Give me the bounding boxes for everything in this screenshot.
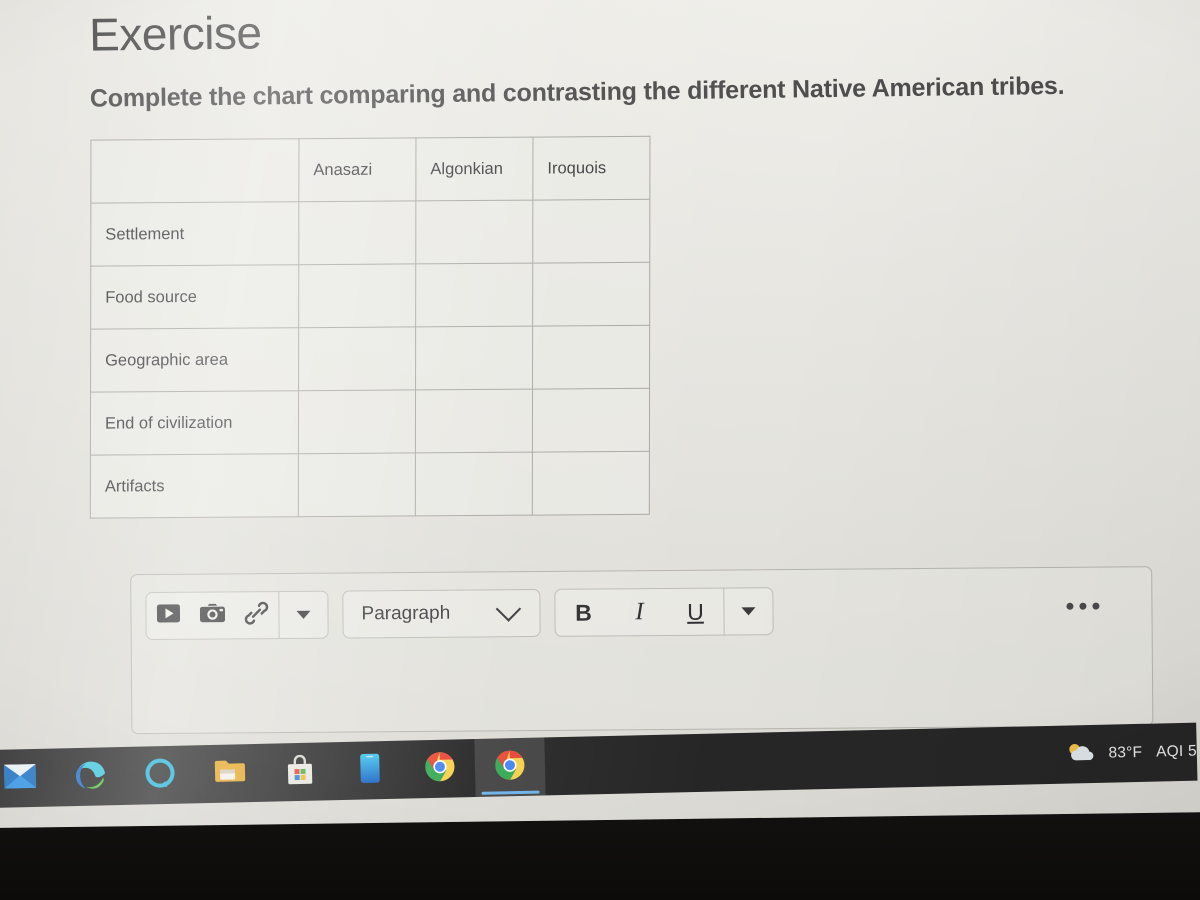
phone-icon bbox=[360, 753, 381, 788]
exercise-instruction: Complete the chart comparing and contras… bbox=[89, 72, 1065, 113]
temperature-text: 83°F bbox=[1108, 743, 1143, 762]
page-title: Exercise bbox=[88, 6, 262, 61]
cell-geographic-area-algonkian[interactable] bbox=[415, 326, 533, 391]
row-label-food-source: Food source bbox=[90, 265, 299, 330]
table-row: Food source bbox=[90, 262, 650, 330]
cell-artifacts-iroquois[interactable] bbox=[532, 451, 650, 516]
taskbar-pinned-apps bbox=[0, 737, 546, 808]
link-icon bbox=[244, 601, 269, 630]
text-format-overflow-button[interactable] bbox=[724, 588, 772, 634]
ellipsis-icon bbox=[1066, 602, 1074, 610]
table-corner-cell bbox=[90, 139, 299, 204]
taskbar-item-edge[interactable] bbox=[54, 747, 125, 807]
taskbar-item-chrome[interactable] bbox=[404, 739, 475, 799]
cell-geographic-area-iroquois[interactable] bbox=[532, 325, 650, 390]
media-button-group bbox=[145, 590, 329, 641]
taskbar-item-microsoft-store[interactable] bbox=[264, 742, 335, 802]
partly-cloudy-icon bbox=[1064, 740, 1099, 768]
cell-food-source-algonkian[interactable] bbox=[415, 263, 533, 328]
photo-of-screen: Exercise Complete the chart comparing an… bbox=[0, 0, 1200, 900]
caret-down-icon bbox=[296, 610, 311, 619]
folder-icon bbox=[214, 758, 247, 790]
taskbar-item-mail[interactable] bbox=[0, 749, 56, 809]
editor-toolbar: Paragraph B I U bbox=[131, 567, 1152, 645]
media-overflow-button[interactable] bbox=[279, 592, 327, 638]
screen-surface: Exercise Complete the chart comparing an… bbox=[0, 0, 1200, 829]
windows-taskbar: 83°F AQI 5 bbox=[0, 722, 1200, 809]
cell-end-of-civilization-iroquois[interactable] bbox=[532, 388, 650, 453]
insert-image-button[interactable] bbox=[190, 592, 234, 638]
cell-settlement-anasazi[interactable] bbox=[298, 201, 416, 266]
table-header-row: Anasazi Algonkian Iroquois bbox=[90, 136, 650, 204]
taskbar-item-alexa[interactable] bbox=[124, 745, 195, 805]
lms-exercise-page: Exercise Complete the chart comparing an… bbox=[89, 0, 1200, 519]
store-icon bbox=[286, 754, 315, 790]
cell-geographic-area-anasazi[interactable] bbox=[298, 327, 416, 392]
table-row: End of civilization bbox=[90, 388, 650, 456]
cell-end-of-civilization-anasazi[interactable] bbox=[298, 390, 416, 455]
italic-button[interactable]: I bbox=[611, 589, 667, 635]
comparison-table-wrapper: Anasazi Algonkian Iroquois Settlement Fo… bbox=[89, 136, 651, 519]
caret-down-icon bbox=[741, 607, 756, 616]
ellipsis-icon bbox=[1092, 602, 1100, 610]
air-quality-text: AQI 5 bbox=[1155, 742, 1197, 761]
chevron-down-icon bbox=[495, 596, 522, 622]
column-header-anasazi: Anasazi bbox=[298, 138, 416, 203]
cell-settlement-algonkian[interactable] bbox=[415, 200, 533, 265]
row-label-end-of-civilization: End of civilization bbox=[90, 391, 299, 456]
chrome-icon bbox=[425, 751, 456, 787]
bold-button[interactable]: B bbox=[555, 589, 611, 635]
taskbar-item-your-phone[interactable] bbox=[334, 741, 405, 801]
cell-artifacts-anasazi[interactable] bbox=[298, 453, 416, 518]
mail-icon bbox=[3, 763, 37, 793]
video-icon bbox=[156, 604, 181, 628]
insert-video-button[interactable] bbox=[146, 593, 190, 639]
chrome-icon bbox=[495, 749, 526, 785]
column-header-iroquois: Iroquois bbox=[532, 136, 650, 201]
taskbar-item-file-explorer[interactable] bbox=[194, 744, 265, 804]
row-label-artifacts: Artifacts bbox=[90, 454, 299, 519]
block-format-dropdown[interactable]: Paragraph bbox=[342, 588, 541, 639]
text-format-group: B I U bbox=[554, 587, 774, 637]
cell-food-source-iroquois[interactable] bbox=[532, 262, 650, 327]
more-options-button[interactable] bbox=[1066, 594, 1100, 618]
insert-link-button[interactable] bbox=[234, 592, 278, 638]
taskbar-weather-widget[interactable]: 83°F AQI 5 bbox=[1064, 723, 1200, 784]
ellipsis-icon bbox=[1079, 602, 1087, 610]
editor-content-area[interactable] bbox=[132, 679, 1152, 733]
table-row: Geographic area bbox=[90, 325, 650, 393]
camera-icon bbox=[199, 603, 226, 628]
cell-artifacts-algonkian[interactable] bbox=[415, 452, 533, 517]
weather-readout: 83°F AQI 5 bbox=[1108, 743, 1197, 763]
rich-text-editor[interactable]: Paragraph B I U bbox=[130, 566, 1154, 735]
cell-end-of-civilization-algonkian[interactable] bbox=[415, 389, 533, 454]
cell-settlement-iroquois[interactable] bbox=[532, 199, 650, 264]
taskbar-item-chrome-active[interactable] bbox=[474, 737, 546, 797]
alexa-icon bbox=[145, 757, 176, 793]
edge-icon bbox=[74, 758, 107, 796]
comparison-table: Anasazi Algonkian Iroquois Settlement Fo… bbox=[89, 136, 651, 519]
row-label-settlement: Settlement bbox=[90, 202, 299, 267]
column-header-algonkian: Algonkian bbox=[415, 137, 533, 202]
table-row: Artifacts bbox=[90, 451, 650, 519]
block-format-value: Paragraph bbox=[361, 602, 451, 625]
row-label-geographic-area: Geographic area bbox=[90, 328, 299, 393]
cell-food-source-anasazi[interactable] bbox=[298, 264, 416, 329]
underline-button[interactable]: U bbox=[667, 589, 723, 635]
table-row: Settlement bbox=[90, 199, 650, 267]
